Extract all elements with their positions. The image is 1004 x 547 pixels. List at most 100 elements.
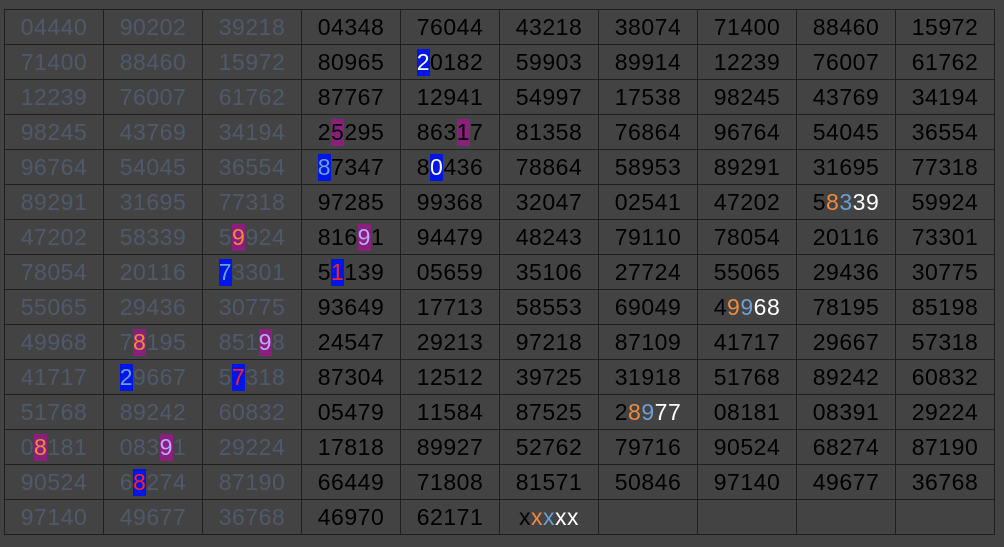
cell-digit: 1 <box>766 153 781 180</box>
cell-digit: 7 <box>331 153 345 180</box>
cell-digit: 3 <box>119 188 134 215</box>
cell-digit: 8 <box>964 293 979 320</box>
cell-digit: 2 <box>529 433 543 460</box>
cell-digit: 7 <box>245 293 259 320</box>
cell-digit: 9 <box>344 48 358 75</box>
cell-digit: 2 <box>529 188 543 215</box>
cell-digit: 3 <box>826 83 840 110</box>
cell-digit: 8 <box>469 468 484 495</box>
grid-cell: 31918 <box>598 359 698 395</box>
cell-digit: 5 <box>119 153 134 180</box>
cell-digit: 5 <box>370 48 385 75</box>
cell-digit: x <box>519 503 531 530</box>
grid-cell: 25295 <box>301 114 401 150</box>
cell-digit: 8 <box>344 433 358 460</box>
grid-cell: 76044 <box>400 9 500 45</box>
cell-digit: 5 <box>614 468 629 495</box>
cell-digit: 9 <box>20 153 35 180</box>
highlighted-digit: 9 <box>159 433 173 461</box>
grid-cell: 57318 <box>202 359 302 395</box>
grid-cell: 87190 <box>202 464 302 500</box>
cell-digit: 1 <box>271 258 286 285</box>
cell-digit: 9 <box>232 13 246 40</box>
grid-cell: 29667 <box>796 324 896 360</box>
cell-digit: 4 <box>713 293 728 320</box>
cell-digit: 4 <box>317 503 332 530</box>
grid-row: 41717 29667 57318 87304 12512 39725 31918 51768… <box>4 359 995 395</box>
cell-digit: 8 <box>317 83 332 110</box>
grid-cell: 43218 <box>499 9 599 45</box>
colored-digit: x <box>543 503 555 530</box>
cell-digit: 1 <box>456 328 470 355</box>
grid-cell: 73301 <box>202 254 302 290</box>
cell-digit: 5 <box>766 258 781 285</box>
cell-digit: 1 <box>34 363 48 390</box>
cell-digit: 6 <box>727 118 741 145</box>
grid-cell: 11584 <box>400 394 500 430</box>
cell-digit: 6 <box>826 48 840 75</box>
cell-digit: 8 <box>317 48 332 75</box>
cell-digit: 4 <box>839 258 853 285</box>
cell-digit: 6 <box>60 328 74 355</box>
cell-digit: 1 <box>766 398 781 425</box>
cell-digit: 2 <box>172 13 187 40</box>
cell-digit: 3 <box>159 223 173 250</box>
cell-digit: 1 <box>172 433 187 460</box>
grid-cell: 12239 <box>4 79 104 115</box>
cell-digit: 2 <box>317 328 332 355</box>
cell-digit: 7 <box>20 258 35 285</box>
grid-cell: 29667 <box>103 359 203 395</box>
cell-digit: 5 <box>218 223 233 250</box>
cell-digit: 2 <box>47 118 61 145</box>
cell-digit: 5 <box>47 468 61 495</box>
grid-cell: 20116 <box>796 219 896 255</box>
grid-cell: 49677 <box>796 464 896 500</box>
grid-cell: 34194 <box>202 114 302 150</box>
cell-digit: 5 <box>654 153 668 180</box>
highlighted-digit: 8 <box>133 468 147 496</box>
cell-digit: 8 <box>826 433 840 460</box>
grid-cell: 87347 <box>301 149 401 185</box>
cell-digit: 0 <box>232 398 246 425</box>
cell-digit: 0 <box>628 468 642 495</box>
cell-digit: 7 <box>416 468 431 495</box>
cell-digit: 5 <box>20 293 35 320</box>
cell-digit: 2 <box>271 398 286 425</box>
cell-digit: 9 <box>430 433 444 460</box>
cell-digit: 3 <box>852 258 866 285</box>
cell-digit: 7 <box>529 398 543 425</box>
cell-digit: 0 <box>271 468 286 495</box>
cell-digit: 2 <box>73 223 88 250</box>
cell-digit: 1 <box>370 223 385 250</box>
cell-digit: 7 <box>469 433 484 460</box>
cell-digit: 5 <box>713 363 728 390</box>
cell-digit: 6 <box>232 153 246 180</box>
cell-digit: 2 <box>812 328 827 355</box>
cell-digit: 5 <box>119 223 134 250</box>
highlighted-digit: 5 <box>331 118 345 146</box>
cell-digit: 5 <box>73 118 88 145</box>
colored-digit: 3 <box>852 188 866 215</box>
cell-digit: 4 <box>456 83 470 110</box>
cell-digit: 4 <box>766 118 781 145</box>
cell-digit: 6 <box>753 258 767 285</box>
cell-digit: 4 <box>964 188 979 215</box>
cell-digit: 9 <box>542 83 556 110</box>
cell-digit: 4 <box>331 328 345 355</box>
cell-digit: 0 <box>172 48 187 75</box>
grid-cell: 80436 <box>400 149 500 185</box>
cell-digit: 7 <box>654 13 668 40</box>
cell-digit: 3 <box>245 363 259 390</box>
cell-digit: 4 <box>964 83 979 110</box>
cell-digit: 1 <box>951 153 965 180</box>
cell-digit: 9 <box>20 503 35 530</box>
cell-digit: 0 <box>667 223 682 250</box>
cell-digit: 5 <box>911 328 926 355</box>
cell-digit: 4 <box>73 468 88 495</box>
cell-digit: 3 <box>667 153 682 180</box>
cell-digit: 0 <box>812 398 827 425</box>
cell-digit: 8 <box>812 13 827 40</box>
cell-digit: 9 <box>430 188 444 215</box>
cell-digit: 0 <box>839 48 853 75</box>
cell-digit: 0 <box>370 503 385 530</box>
